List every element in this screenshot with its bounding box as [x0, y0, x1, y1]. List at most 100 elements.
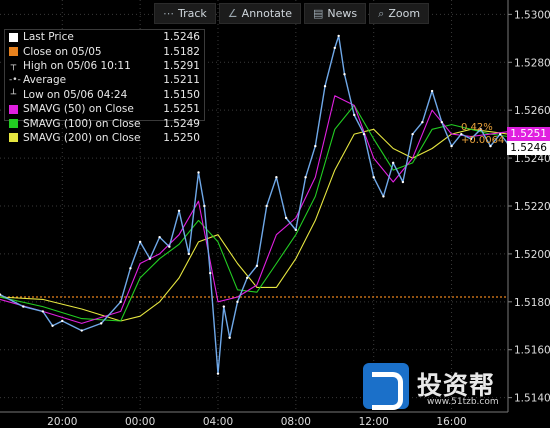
price-point: [362, 132, 366, 136]
price-point: [41, 310, 45, 313]
price-point: [228, 336, 231, 339]
price-point: [401, 180, 405, 184]
legend-label: SMAVG (100) on Close: [23, 117, 141, 130]
legend-label: Close on 05/05: [23, 45, 102, 58]
legend-label: High on 05/06 10:11: [23, 59, 131, 72]
chart-toolbar: ⋯ Track ∠ Annotate ▤ News ⌕ Zoom: [154, 3, 430, 24]
low-marker-icon: ┴: [10, 89, 17, 100]
price-point: [119, 300, 122, 304]
y-tick-label: 1.5220: [514, 201, 550, 213]
y-tick-label: 1.5160: [514, 345, 550, 357]
price-point: [343, 73, 346, 76]
prev-close-swatch: [9, 47, 18, 57]
track-icon: ⋯: [163, 7, 174, 20]
price-point: [440, 120, 444, 124]
change-absolute: +0.0064: [461, 135, 505, 146]
annotate-label: Annotate: [241, 7, 293, 20]
watermark-logo: 投资帮 www.51tzb.com: [363, 360, 509, 414]
price-point: [51, 324, 54, 327]
change-percent: 0.42%: [461, 122, 493, 133]
annotate-icon: ∠: [227, 7, 238, 20]
legend-value: 1.5246: [163, 31, 200, 44]
legend-value: 1.5251: [163, 103, 200, 116]
average-marker-icon: -•-: [9, 75, 21, 86]
logo-url: www.51tzb.com: [427, 397, 499, 407]
high-marker-icon: ┬: [10, 60, 17, 71]
news-icon: ▤: [313, 7, 324, 20]
price-point: [304, 176, 307, 179]
x-tick-label: 12:00: [359, 416, 389, 428]
legend-value: 1.5150: [163, 88, 200, 101]
zoom-icon: ⌕: [378, 6, 385, 20]
last-price-tag: 1.5246: [507, 141, 550, 155]
legend-label: SMAVG (200) on Close: [23, 131, 141, 144]
price-point: [275, 176, 278, 179]
price-point: [177, 209, 181, 212]
price-point: [421, 120, 424, 124]
price-point: [430, 89, 434, 93]
price-point: [22, 305, 25, 308]
legend-row-high[interactable]: ┬ High on 05/06 10:11 1.5291: [5, 59, 204, 73]
sma200-swatch: [9, 133, 18, 143]
legend-value: 1.5250: [163, 131, 200, 144]
price-point: [372, 176, 375, 179]
x-tick-label: 08:00: [281, 416, 311, 428]
price-point: [80, 329, 83, 332]
price-point: [411, 132, 414, 136]
price-point: [245, 276, 249, 280]
chart-legend[interactable]: Last Price 1.5246 Close on 05/05 1.5182 …: [4, 29, 205, 144]
track-button[interactable]: ⋯ Track: [154, 3, 216, 24]
price-point: [314, 144, 317, 148]
price-point: [265, 204, 268, 208]
price-point: [391, 161, 395, 165]
legend-row-sma100[interactable]: SMAVG (100) on Close 1.5249: [5, 116, 204, 130]
legend-label: Average: [23, 74, 67, 87]
annotate-button[interactable]: ∠ Annotate: [218, 3, 302, 24]
legend-value: 1.5249: [163, 117, 200, 130]
price-point: [323, 85, 327, 88]
y-tick-label: 1.5300: [514, 9, 550, 21]
y-tick-label: 1.5180: [514, 297, 550, 309]
zoom-label: Zoom: [388, 7, 421, 20]
price-point: [353, 113, 356, 117]
legend-value: 1.5291: [163, 59, 200, 72]
price-point: [284, 216, 288, 220]
price-point: [197, 171, 200, 174]
legend-row-prev-close[interactable]: Close on 05/05 1.5182: [5, 44, 204, 58]
legend-row-low[interactable]: ┴ Low on 05/06 04:24 1.5150: [5, 88, 204, 102]
news-button[interactable]: ▤ News: [304, 3, 367, 24]
y-tick-label: 1.5280: [514, 57, 550, 69]
price-point: [203, 204, 206, 208]
legend-label: Last Price: [23, 31, 74, 44]
last-price-swatch: [9, 32, 18, 42]
legend-row-average[interactable]: -•- Average 1.5211: [5, 73, 204, 87]
price-point: [187, 252, 190, 256]
legend-value: 1.5211: [163, 74, 200, 87]
price-point: [61, 319, 64, 323]
legend-row-sma200[interactable]: SMAVG (200) on Close 1.5250: [5, 131, 204, 145]
price-point: [148, 257, 152, 260]
price-point: [129, 267, 132, 270]
x-tick-label: 04:00: [203, 416, 233, 428]
price-point: [158, 235, 161, 239]
price-point: [450, 144, 453, 148]
x-tick-label: 00:00: [125, 416, 155, 428]
price-point: [138, 240, 142, 244]
zoom-button[interactable]: ⌕ Zoom: [369, 3, 430, 24]
logo-icon: [363, 363, 409, 410]
y-tick-label: 1.5200: [514, 249, 550, 261]
sma100-swatch: [9, 119, 18, 129]
price-point: [222, 305, 226, 308]
track-label: Track: [178, 7, 207, 20]
legend-row-sma50[interactable]: SMAVG (50) on Close 1.5251: [5, 102, 204, 116]
x-tick-label: 20:00: [47, 416, 77, 428]
legend-label: Low on 05/06 04:24: [23, 88, 128, 101]
legend-row-last-price[interactable]: Last Price 1.5246: [5, 30, 204, 44]
legend-value: 1.5182: [163, 45, 200, 58]
price-point: [236, 300, 239, 304]
sma50-price-tag: 1.5251: [507, 127, 550, 141]
news-label: News: [327, 7, 358, 20]
price-point: [255, 264, 259, 268]
legend-label: SMAVG (50) on Close: [23, 103, 134, 116]
price-point: [209, 271, 212, 275]
